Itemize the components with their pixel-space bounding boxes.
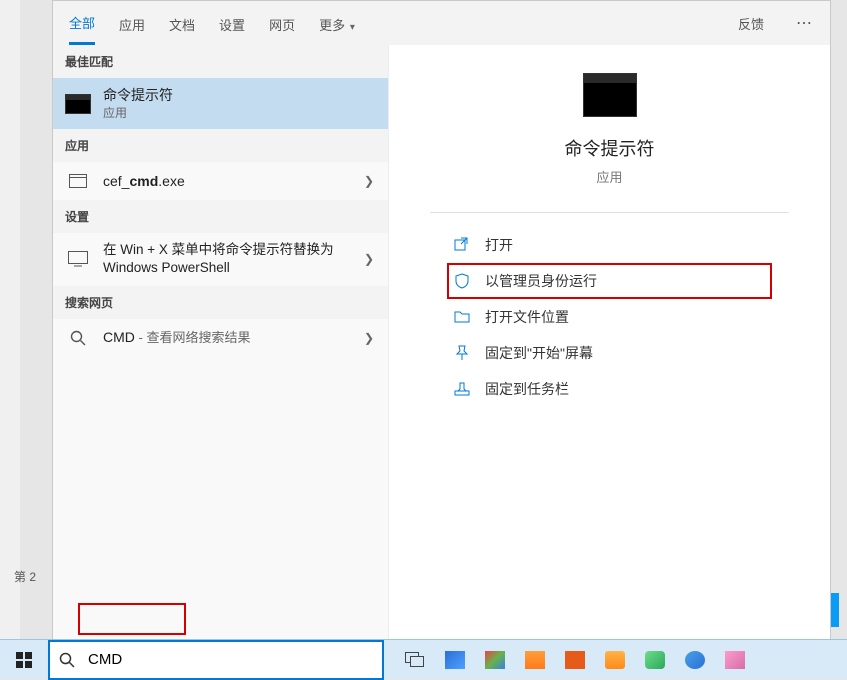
taskbar-icons (404, 640, 746, 679)
taskbar-app-4[interactable] (564, 649, 586, 671)
cmd-icon (65, 93, 91, 115)
app-icon (65, 170, 91, 192)
shield-icon (453, 272, 471, 290)
chevron-right-icon: ❯ (364, 331, 374, 345)
search-icon (50, 652, 84, 668)
start-button[interactable] (0, 640, 48, 680)
result-cmd[interactable]: 命令提示符 应用 (53, 78, 388, 129)
section-settings: 设置 (53, 200, 388, 233)
result-web-cmd[interactable]: CMD - 查看网络搜索结果 ❯ (53, 319, 388, 357)
tab-apps[interactable]: 应用 (119, 3, 145, 44)
pin-icon (453, 344, 471, 362)
search-input[interactable] (84, 642, 382, 678)
action-open-location[interactable]: 打开文件位置 (447, 299, 772, 335)
taskbar-app-7[interactable] (684, 649, 706, 671)
tab-settings[interactable]: 设置 (219, 3, 245, 44)
result-title: 命令提示符 (103, 86, 376, 105)
section-best-match: 最佳匹配 (53, 45, 388, 78)
action-label: 打开 (485, 235, 513, 255)
taskbar-app-8[interactable] (724, 649, 746, 671)
result-title: CMD - 查看网络搜索结果 (103, 329, 250, 345)
preview-sub: 应用 (596, 167, 622, 186)
tab-bar: 全部 应用 文档 设置 网页 更多 ▾ 反馈 ⋯ (53, 1, 830, 45)
screen-icon (65, 248, 91, 270)
action-run-as-admin[interactable]: 以管理员身份运行 (447, 263, 772, 299)
taskbar-app-2[interactable] (484, 649, 506, 671)
cmd-preview-icon (583, 73, 637, 117)
tab-more[interactable]: 更多 ▾ (319, 3, 355, 44)
search-icon (65, 327, 91, 349)
action-pin-taskbar[interactable]: 固定到任务栏 (447, 371, 772, 407)
action-label: 固定到"开始"屏幕 (485, 343, 593, 363)
action-label: 固定到任务栏 (485, 379, 569, 399)
section-search-web: 搜索网页 (53, 286, 388, 319)
page-number: 第 2 (14, 568, 36, 585)
tab-all[interactable]: 全部 (69, 1, 95, 45)
section-apps: 应用 (53, 129, 388, 162)
tab-web[interactable]: 网页 (269, 3, 295, 44)
preview-pane: 命令提示符 应用 打开 以管理员身份运行 打开文件位置 (389, 45, 830, 651)
result-title: cef_cmd.exe (103, 173, 185, 189)
accent-strip (831, 593, 839, 627)
result-title: 在 Win + X 菜单中将命令提示符替换为 Windows PowerShel… (103, 241, 376, 277)
result-cef-cmd[interactable]: cef_cmd.exe ❯ (53, 162, 388, 200)
taskbar (0, 639, 847, 679)
feedback-link[interactable]: 反馈 (738, 14, 764, 33)
results-column: 最佳匹配 命令提示符 应用 应用 cef_cmd.exe (53, 45, 389, 651)
preview-title: 命令提示符 (565, 135, 655, 161)
taskbar-pin-icon (453, 380, 471, 398)
task-view-icon[interactable] (404, 649, 426, 671)
divider (430, 212, 790, 213)
action-open[interactable]: 打开 (447, 227, 772, 263)
action-label: 打开文件位置 (485, 307, 569, 327)
taskbar-searchbox[interactable] (48, 640, 384, 680)
more-options-button[interactable]: ⋯ (796, 13, 814, 33)
search-panel: 全部 应用 文档 设置 网页 更多 ▾ 反馈 ⋯ 最佳匹配 命令提示符 应用 (52, 0, 831, 652)
tab-docs[interactable]: 文档 (169, 3, 195, 44)
folder-icon (453, 308, 471, 326)
action-pin-start[interactable]: 固定到"开始"屏幕 (447, 335, 772, 371)
windows-icon (16, 652, 32, 668)
taskbar-app-3[interactable] (524, 649, 546, 671)
action-label: 以管理员身份运行 (485, 271, 597, 291)
result-setting-powershell[interactable]: 在 Win + X 菜单中将命令提示符替换为 Windows PowerShel… (53, 233, 388, 285)
taskbar-app-6[interactable] (644, 649, 666, 671)
chevron-right-icon: ❯ (364, 252, 374, 266)
taskbar-app-1[interactable] (444, 649, 466, 671)
taskbar-app-5[interactable] (604, 649, 626, 671)
chevron-right-icon: ❯ (364, 174, 374, 188)
chevron-down-icon: ▾ (347, 22, 355, 33)
result-sub: 应用 (103, 105, 376, 121)
open-icon (453, 236, 471, 254)
